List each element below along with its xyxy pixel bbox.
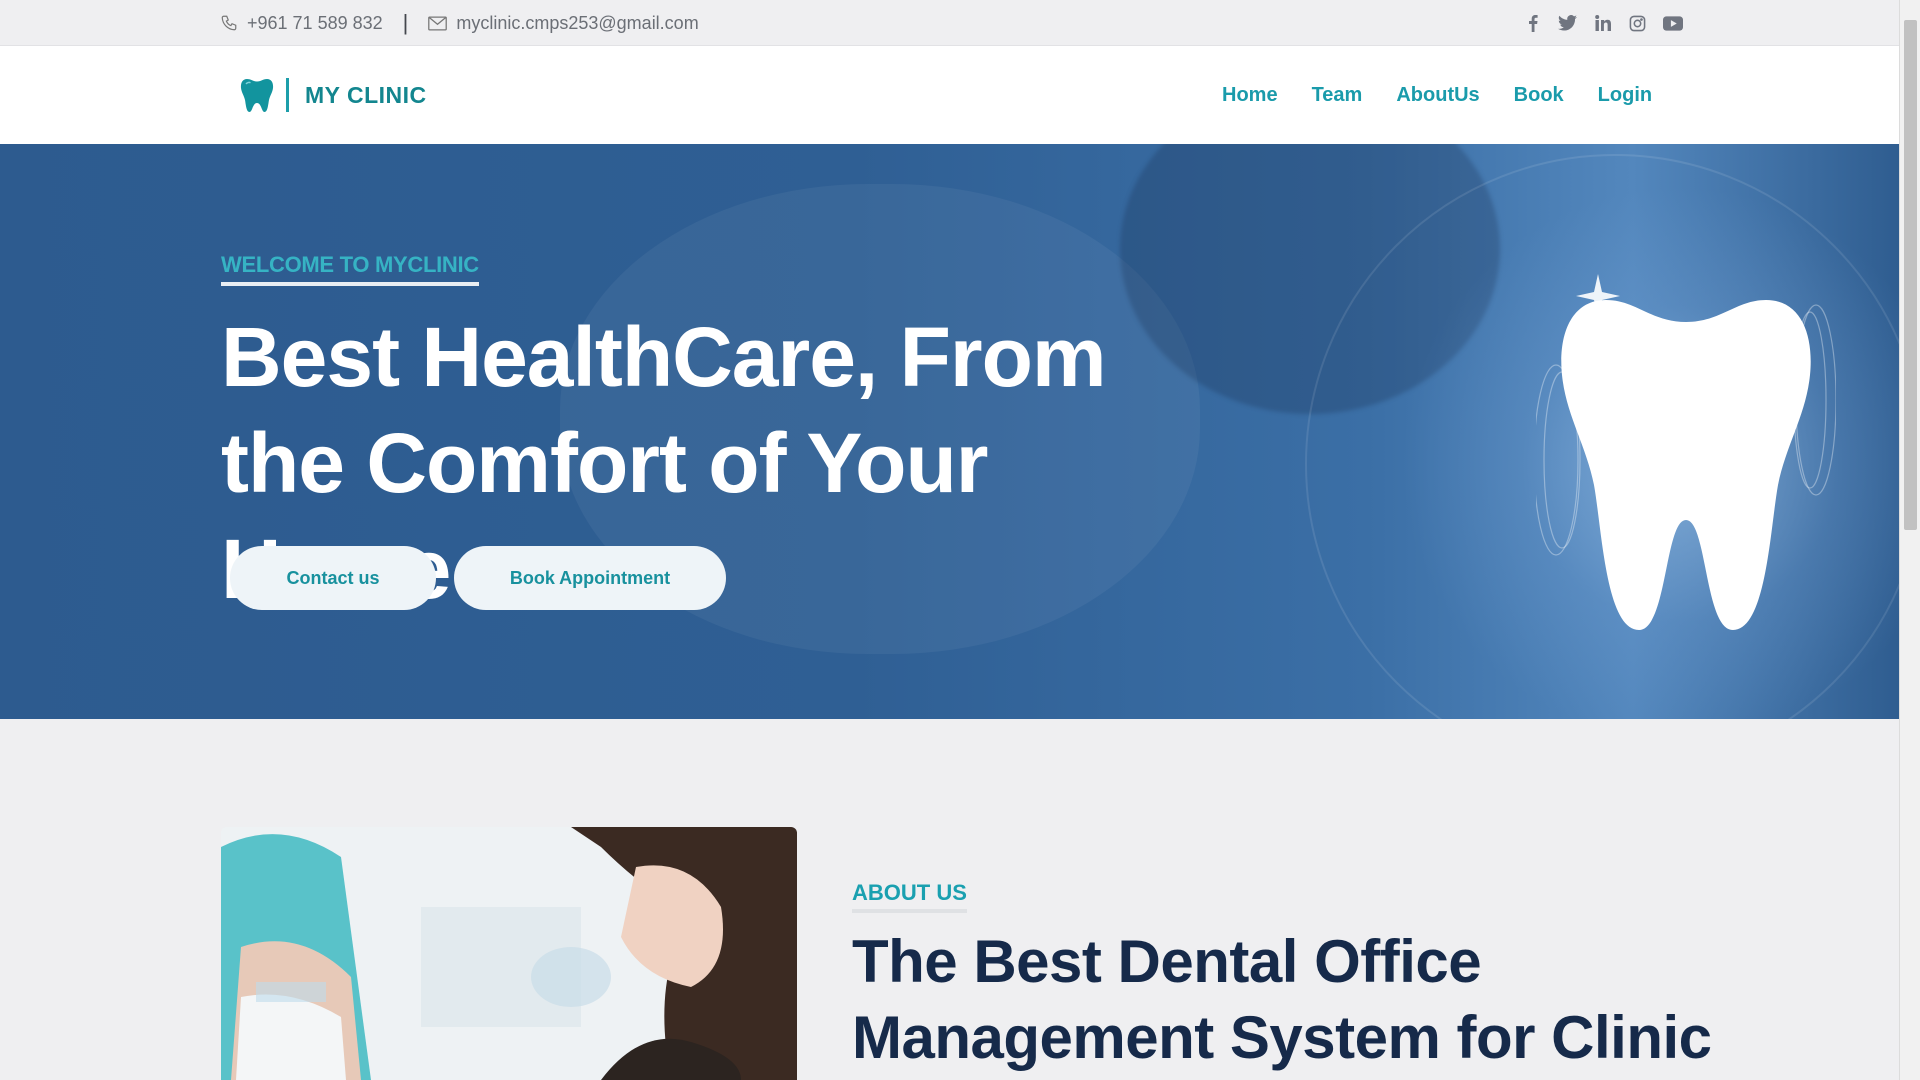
hero-eyebrow: WELCOME TO MYCLINIC [221, 252, 479, 286]
facebook-icon[interactable] [1522, 13, 1543, 34]
about-title: The Best Dental Office Management System… [852, 928, 1712, 1071]
nav-team[interactable]: Team [1312, 84, 1363, 107]
contact-separator: | [402, 10, 409, 35]
phone-icon [221, 15, 237, 31]
social-links [1522, 0, 1683, 46]
brand-name: MY CLINIC [305, 81, 427, 108]
email-address[interactable]: myclinic.cmps253@gmail.com [456, 13, 698, 34]
main-navbar: MY CLINIC Home Team AboutUs Book Login [0, 46, 1899, 144]
nav-home[interactable]: Home [1222, 84, 1278, 107]
book-appointment-button[interactable]: Book Appointment [454, 546, 726, 610]
brand-divider [286, 78, 289, 112]
about-eyebrow: ABOUT US [852, 880, 967, 913]
nav-login[interactable]: Login [1598, 84, 1652, 107]
instagram-icon[interactable] [1627, 13, 1648, 34]
nav-menu: Home Team AboutUs Book Login [1222, 46, 1652, 144]
contact-us-button[interactable]: Contact us [230, 546, 436, 610]
nav-book[interactable]: Book [1514, 84, 1564, 107]
about-photo [221, 827, 797, 1080]
phone-number[interactable]: +961 71 589 832 [247, 13, 383, 34]
tooth-illustration-icon [1536, 274, 1836, 630]
twitter-icon[interactable] [1557, 13, 1578, 34]
dental-team-photo [221, 827, 797, 1080]
scrollbar-thumb[interactable] [1904, 20, 1917, 530]
brand-logo[interactable]: MY CLINIC [240, 70, 427, 120]
tooth-logo-icon [240, 79, 274, 112]
hero-banner: WELCOME TO MYCLINIC Best HealthCare, Fro… [0, 144, 1899, 719]
nav-aboutus[interactable]: AboutUs [1396, 84, 1479, 107]
linkedin-icon[interactable] [1592, 13, 1613, 34]
page-scrollbar[interactable] [1899, 0, 1920, 1080]
top-info-bar: +961 71 589 832 | myclinic.cmps253@gmail… [0, 0, 1899, 46]
contact-info: +961 71 589 832 | myclinic.cmps253@gmail… [220, 0, 699, 46]
mail-icon [428, 16, 448, 30]
youtube-icon[interactable] [1662, 13, 1683, 34]
